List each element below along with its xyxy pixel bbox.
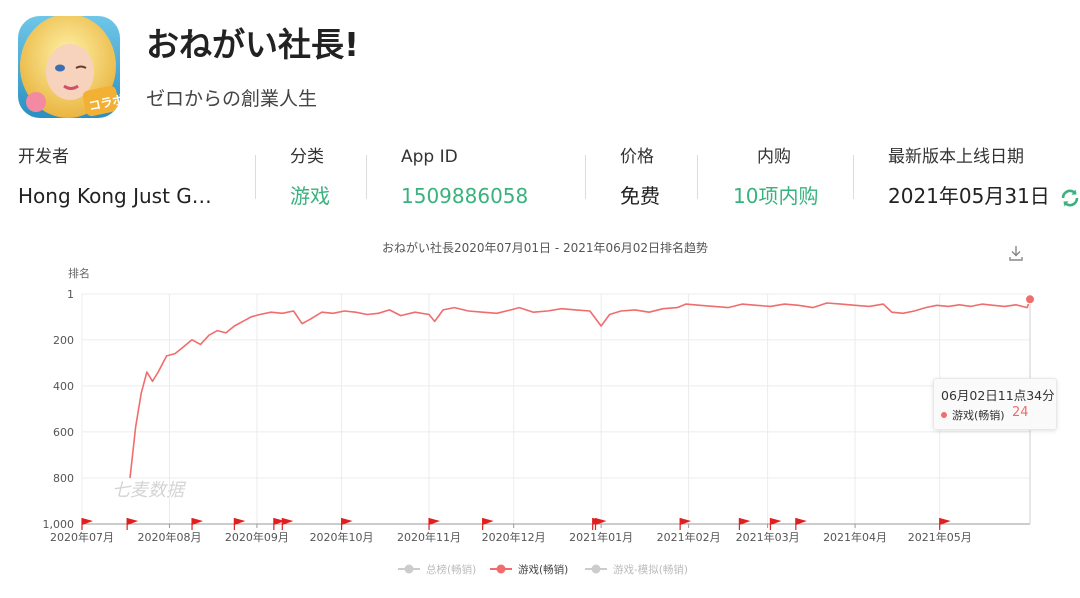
info-iap-label: 内购 xyxy=(757,147,791,167)
y-tick-label: 800 xyxy=(53,472,74,485)
info-release-date-row: 2021年05月31日 xyxy=(888,182,1080,210)
y-axis-label: 排名 xyxy=(68,266,90,280)
x-tick-label: 2020年10月 xyxy=(310,530,374,544)
tooltip-series-name: 游戏(畅销) xyxy=(952,409,1005,422)
info-price-label: 价格 xyxy=(620,147,654,167)
info-divider xyxy=(585,155,586,199)
info-category: 分类 游戏 xyxy=(290,146,330,210)
info-app-id-value[interactable]: 1509886058 xyxy=(401,182,528,210)
info-price-value: 免费 xyxy=(620,184,660,208)
info-price: 价格 免费 xyxy=(620,146,660,210)
app-subtitle: ゼロからの創業人生 xyxy=(146,88,318,110)
info-release-date: 最新版本上线日期 2021年05月31日 xyxy=(888,146,1080,210)
info-iap: 内购 10项内购 xyxy=(733,146,818,210)
info-category-label: 分类 xyxy=(290,147,324,167)
x-tick-label: 2021年02月 xyxy=(657,530,721,544)
info-divider xyxy=(853,155,854,199)
x-gridlines xyxy=(81,294,1031,528)
x-tick-label: 2020年12月 xyxy=(482,530,546,544)
app-icon-artwork: コラボ xyxy=(18,16,120,118)
x-tick-label: 2020年07月 xyxy=(50,530,114,544)
info-developer-label: 开发者 xyxy=(18,147,69,167)
watermark: 七麦数据 xyxy=(112,480,187,501)
tooltip-time: 06月02日11点34分 xyxy=(941,388,1055,403)
legend-marker xyxy=(496,564,506,574)
tooltip-point[interactable] xyxy=(1025,294,1035,305)
legend-marker xyxy=(591,564,601,574)
x-tick-label: 2021年04月 xyxy=(823,530,887,544)
info-release-date-label: 最新版本上线日期 xyxy=(888,147,1024,167)
y-tick-label: 400 xyxy=(53,380,74,393)
x-tick-label: 2020年08月 xyxy=(137,530,201,544)
info-release-date-value: 2021年05月31日 xyxy=(888,184,1050,208)
info-divider xyxy=(697,155,698,199)
x-tick-labels: 2020年07月 2020年08月 2020年09月 2020年10月 2020年11月… xyxy=(50,530,972,544)
rank-trend-chart: おねがい社長2020年07月01日 - 2021年06月02日排名趋势 排名 七… xyxy=(43,240,1035,576)
legend-item[interactable]: 游戏-模拟(畅销) xyxy=(585,563,688,576)
download-icon[interactable] xyxy=(1008,244,1024,262)
info-divider xyxy=(255,155,256,199)
x-tick-label: 2020年11月 xyxy=(397,530,461,544)
app-icon: コラボ xyxy=(18,16,120,118)
info-divider xyxy=(366,155,367,199)
y-tick-labels: 1 200 400 600 800 1,000 xyxy=(43,288,75,531)
x-tick-label: 2021年05月 xyxy=(908,530,972,544)
y-gridlines xyxy=(82,293,1030,479)
x-tick-label: 2021年01月 xyxy=(569,530,633,544)
app-title: おねがい社長! xyxy=(146,25,360,64)
info-developer: 开发者 Hong Kong Just G… xyxy=(18,146,212,210)
chart-tooltip: 06月02日11点34分 游戏(畅销) 24 xyxy=(933,378,1057,430)
info-developer-value[interactable]: Hong Kong Just G… xyxy=(18,182,212,210)
info-app-id-label: App ID xyxy=(401,147,458,167)
refresh-icon[interactable] xyxy=(1058,186,1080,210)
info-app-id: App ID 1509886058 xyxy=(401,146,528,210)
tooltip-series-marker xyxy=(941,412,947,418)
y-tick-label: 1,000 xyxy=(43,518,75,531)
x-tick-label: 2020年09月 xyxy=(225,530,289,544)
info-category-value[interactable]: 游戏 xyxy=(290,182,330,210)
y-tick-label: 1 xyxy=(67,288,74,301)
legend-marker xyxy=(404,564,414,574)
x-tick-label: 2021年03月 xyxy=(736,530,800,544)
legend-item[interactable]: 总榜(畅销) xyxy=(398,563,476,576)
y-tick-label: 600 xyxy=(53,426,74,439)
info-iap-value[interactable]: 10项内购 xyxy=(733,182,818,210)
series-line-game-grossing xyxy=(129,299,1031,479)
chart-title: おねがい社長2020年07月01日 - 2021年06月02日排名趋势 xyxy=(382,240,708,255)
legend-item[interactable]: 游戏(畅销) xyxy=(490,563,568,576)
legend-label: 游戏(畅销) xyxy=(518,563,568,576)
tooltip-value: 24 xyxy=(1012,405,1029,420)
legend-label: 游戏-模拟(畅销) xyxy=(613,563,688,576)
legend-label: 总榜(畅销) xyxy=(426,563,476,576)
y-tick-label: 200 xyxy=(53,334,74,347)
chart-legend: 总榜(畅销) 游戏(畅销) 游戏-模拟(畅销) xyxy=(398,563,688,576)
